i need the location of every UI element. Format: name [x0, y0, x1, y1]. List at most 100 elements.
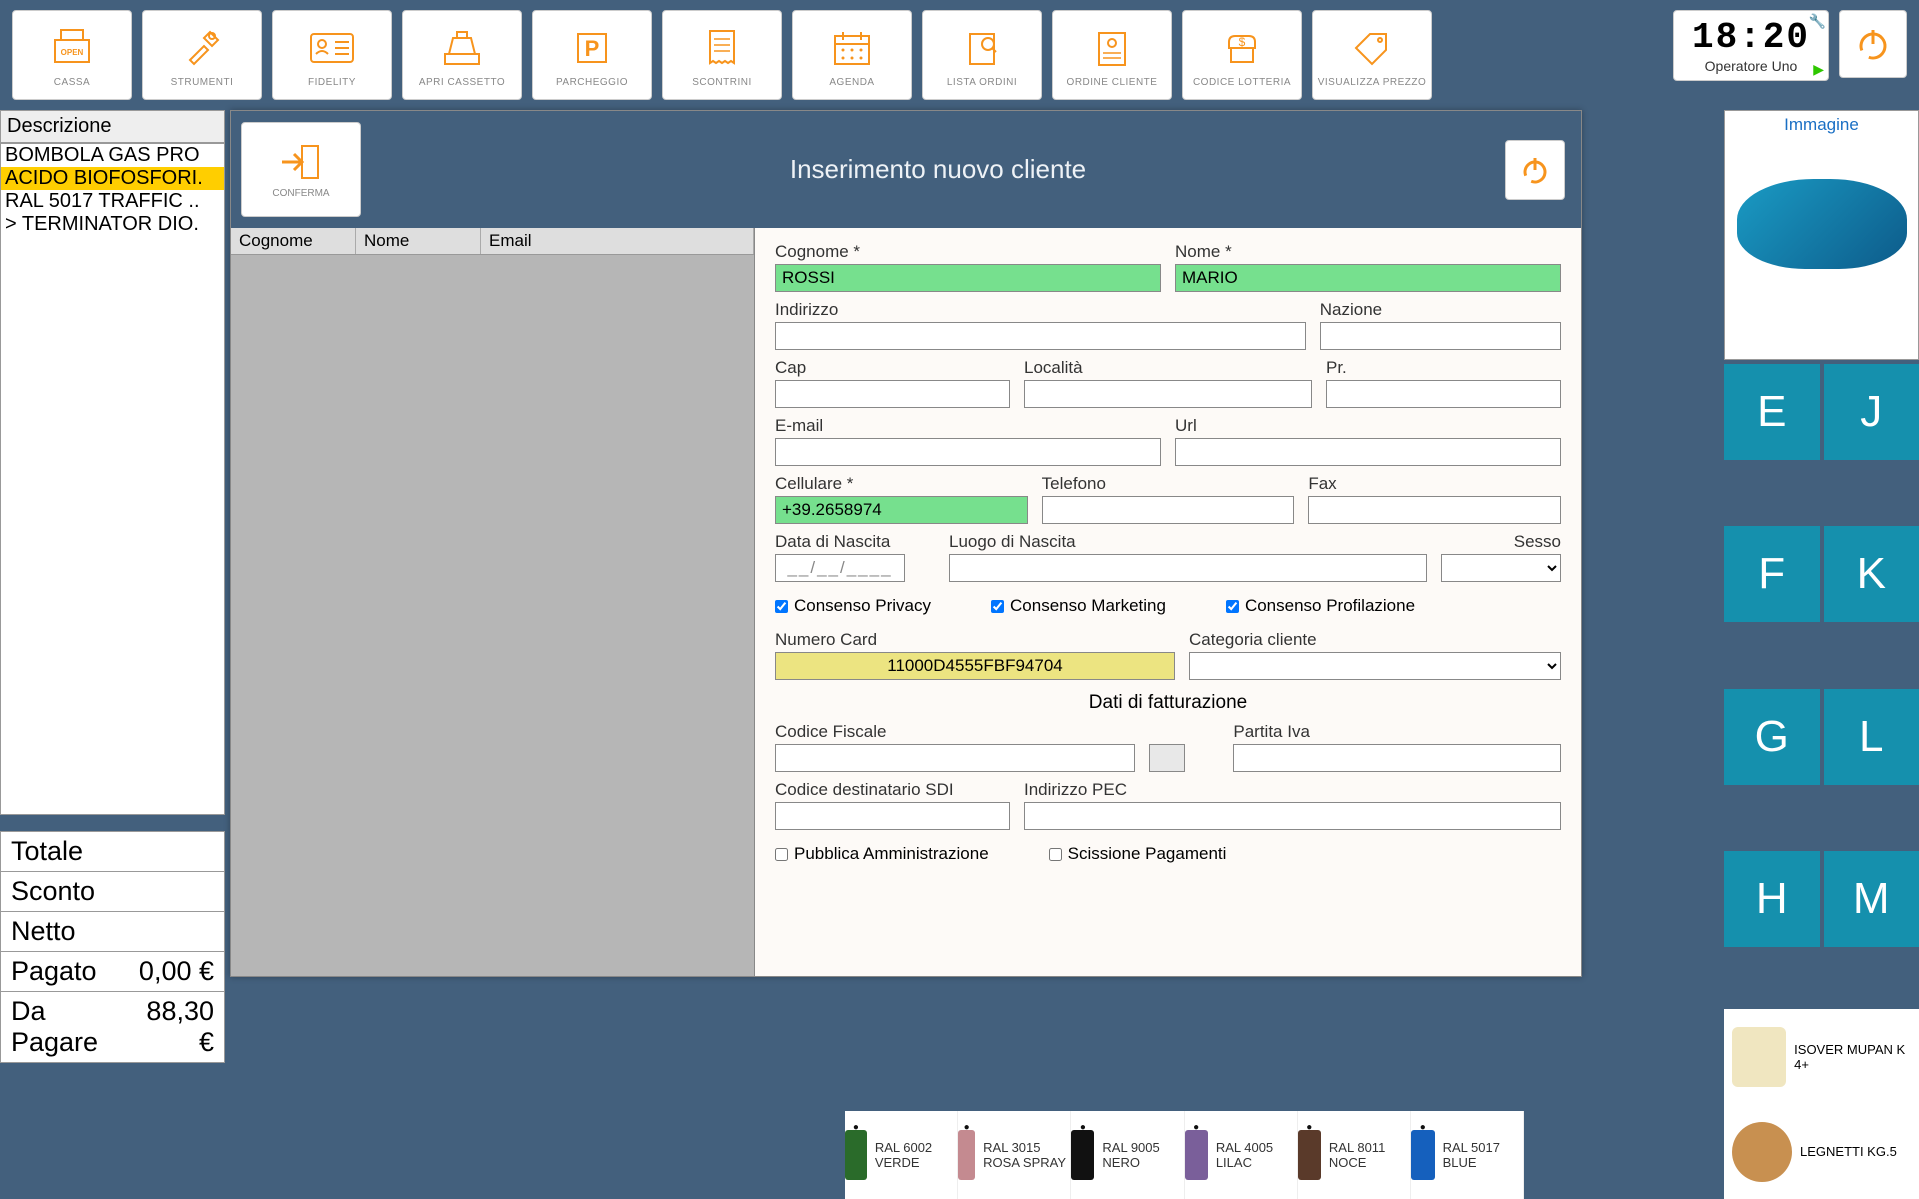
letter-button[interactable]: H	[1724, 851, 1820, 947]
luogo-nascita-input[interactable]	[949, 554, 1427, 582]
right-column: Immagine E J F K G L H M ISOVER MUPAN K …	[1724, 110, 1919, 1199]
cap-input[interactable]	[775, 380, 1010, 408]
pec-input[interactable]	[1024, 802, 1561, 830]
svg-text:OPEN: OPEN	[61, 48, 84, 57]
codfisc-lookup-button[interactable]	[1149, 744, 1185, 772]
nazione-input[interactable]	[1320, 322, 1561, 350]
indirizzo-input[interactable]	[775, 322, 1306, 350]
categoria-select[interactable]	[1189, 652, 1561, 680]
register-icon	[439, 23, 485, 73]
totals-row: Da Pagare88,30 €	[0, 992, 225, 1063]
top-toolbar: OPEN CASSA STRUMENTI FIDELITY APRI CASSE…	[0, 0, 1919, 110]
product-image-box: Immagine	[1724, 110, 1919, 360]
visualizza-prezzo-button[interactable]: VISUALIZZA PREZZO	[1312, 10, 1432, 100]
side-product-tile[interactable]: LEGNETTI KG.5	[1724, 1104, 1919, 1199]
pubblica-amministrazione-checkbox[interactable]: Pubblica Amministrazione	[775, 844, 989, 864]
cassa-button[interactable]: OPEN CASSA	[12, 10, 132, 100]
fidelity-icon	[307, 23, 357, 73]
letter-button[interactable]: G	[1724, 689, 1820, 785]
cognome-input[interactable]	[775, 264, 1161, 292]
product-tile[interactable]: RAL 6002 VERDE	[845, 1111, 958, 1199]
email-input[interactable]	[775, 438, 1161, 466]
consenso-privacy-checkbox[interactable]: Consenso Privacy	[775, 596, 931, 616]
totals-row: Sconto	[0, 872, 225, 912]
svg-text:$: $	[1239, 35, 1246, 49]
codice-lotteria-button[interactable]: $ CODICE LOTTERIA	[1182, 10, 1302, 100]
receipt-icon	[704, 23, 740, 73]
customer-order-icon	[1093, 23, 1131, 73]
new-client-modal: CONFERMA Inserimento nuovo cliente Cogno…	[230, 110, 1582, 977]
clock-time: 18:20	[1692, 17, 1810, 58]
sesso-select[interactable]	[1441, 554, 1561, 582]
modal-header: CONFERMA Inserimento nuovo cliente	[231, 111, 1581, 228]
billing-section-title: Dati di fatturazione	[775, 692, 1561, 714]
fax-input[interactable]	[1308, 496, 1561, 524]
confirm-button[interactable]: CONFERMA	[241, 122, 361, 217]
list-item[interactable]: RAL 5017 TRAFFIC ..	[1, 190, 224, 213]
side-product-tile[interactable]: ISOVER MUPAN K 4+	[1724, 1009, 1919, 1104]
numero-card-input[interactable]	[775, 652, 1175, 680]
list-item[interactable]: > TERMINATOR DIO.	[1, 213, 224, 236]
modal-client-list[interactable]: Cognome Nome Email	[231, 228, 755, 976]
settings-wrench-icon[interactable]: 🔧	[1809, 13, 1826, 30]
play-icon[interactable]: ▶	[1813, 61, 1824, 78]
telefono-input[interactable]	[1042, 496, 1295, 524]
lottery-icon: $	[1221, 23, 1263, 73]
list-item[interactable]: BOMBOLA GAS PRO	[1, 144, 224, 167]
product-tile[interactable]: RAL 4005 LILAC	[1185, 1111, 1298, 1199]
scontrini-button[interactable]: SCONTRINI	[662, 10, 782, 100]
scissione-pagamenti-checkbox[interactable]: Scissione Pagamenti	[1049, 844, 1227, 864]
consenso-profilazione-checkbox[interactable]: Consenso Profilazione	[1226, 596, 1415, 616]
strumenti-button[interactable]: STRUMENTI	[142, 10, 262, 100]
clock-box[interactable]: 🔧 ▶ 18:20 Operatore Uno	[1673, 10, 1829, 81]
apri-cassetto-button[interactable]: APRI CASSETTO	[402, 10, 522, 100]
letter-button[interactable]: E	[1724, 364, 1820, 460]
modal-list-header: Cognome Nome Email	[231, 228, 754, 255]
calendar-icon	[831, 23, 873, 73]
fidelity-button[interactable]: FIDELITY	[272, 10, 392, 100]
price-tag-icon	[1350, 23, 1394, 73]
list-item[interactable]: ACIDO BIOFOSFORI.	[1, 167, 224, 190]
localita-input[interactable]	[1024, 380, 1312, 408]
codice-sdi-input[interactable]	[775, 802, 1010, 830]
url-input[interactable]	[1175, 438, 1561, 466]
totals-row: Pagato0,00 €	[0, 952, 225, 992]
ordine-cliente-button[interactable]: ORDINE CLIENTE	[1052, 10, 1172, 100]
agenda-button[interactable]: AGENDA	[792, 10, 912, 100]
side-products: ISOVER MUPAN K 4+ LEGNETTI KG.5	[1724, 1009, 1919, 1199]
letter-button[interactable]: J	[1824, 364, 1919, 460]
product-tile[interactable]: RAL 5017 BLUE	[1411, 1111, 1524, 1199]
letter-button[interactable]: M	[1824, 851, 1919, 947]
modal-form: Cognome * Nome * Indirizzo Nazione Cap L…	[755, 228, 1581, 976]
power-button[interactable]	[1839, 10, 1907, 78]
order-list-icon	[962, 23, 1002, 73]
letter-button[interactable]: F	[1724, 526, 1820, 622]
product-tile[interactable]: RAL 9005 NERO	[1071, 1111, 1184, 1199]
modal-title: Inserimento nuovo cliente	[371, 154, 1505, 185]
totals-panel: Totale Sconto Netto Pagato0,00 € Da Paga…	[0, 831, 225, 1063]
parking-icon: P	[572, 23, 612, 73]
letter-button[interactable]: K	[1824, 526, 1919, 622]
confirm-exit-icon	[276, 140, 326, 184]
cassa-icon: OPEN	[47, 23, 97, 73]
product-tile[interactable]: RAL 8011 NOCE	[1298, 1111, 1411, 1199]
parcheggio-button[interactable]: P PARCHEGGIO	[532, 10, 652, 100]
modal-close-button[interactable]	[1505, 140, 1565, 200]
totals-row: Netto	[0, 912, 225, 952]
codice-fiscale-input[interactable]	[775, 744, 1135, 772]
nome-input[interactable]	[1175, 264, 1561, 292]
consenso-marketing-checkbox[interactable]: Consenso Marketing	[991, 596, 1166, 616]
tools-icon	[180, 23, 224, 73]
description-list[interactable]: BOMBOLA GAS PRO ACIDO BIOFOSFORI. RAL 50…	[0, 143, 225, 815]
data-nascita-input[interactable]	[775, 554, 905, 582]
product-tile[interactable]: RAL 3015 ROSA SPRAY	[958, 1111, 1071, 1199]
lista-ordini-button[interactable]: LISTA ORDINI	[922, 10, 1042, 100]
product-image	[1737, 179, 1907, 269]
provincia-input[interactable]	[1326, 380, 1561, 408]
svg-text:P: P	[585, 36, 600, 61]
description-header: Descrizione	[0, 110, 225, 143]
partita-iva-input[interactable]	[1233, 744, 1561, 772]
letter-button[interactable]: L	[1824, 689, 1919, 785]
totals-row: Totale	[0, 832, 225, 872]
cellulare-input[interactable]	[775, 496, 1028, 524]
